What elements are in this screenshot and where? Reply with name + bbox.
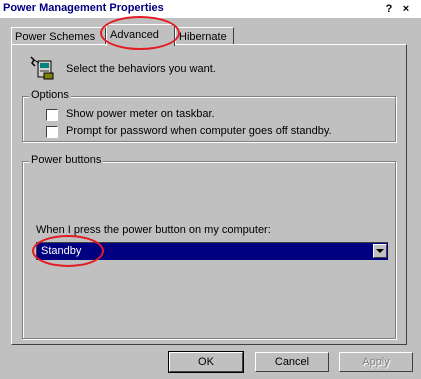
chevron-down-icon [376,249,384,253]
power-buttons-group-title: Power buttons [29,154,104,166]
close-button[interactable]: × [398,2,414,16]
advanced-description: Select the behaviors you want. [66,63,216,75]
title-bar: Power Management Properties ? × [0,0,421,18]
dropdown-arrow-button[interactable] [373,244,387,258]
help-button[interactable]: ? [381,2,397,16]
tab-power-schemes[interactable]: Power Schemes [11,27,106,45]
tab-power-schemes-label: Power Schemes [15,31,96,43]
window-title: Power Management Properties [3,2,164,14]
power-button-action-value: Standby [41,245,82,257]
power-button-action-label: When I press the power button on my comp… [36,224,271,236]
power-management-dialog: Power Management Properties ? × Power Sc… [0,0,421,379]
ok-button[interactable]: OK [168,351,244,373]
tab-advanced-label: Advanced [110,29,159,41]
tab-advanced[interactable]: Advanced [106,24,175,46]
cancel-button[interactable]: Cancel [255,352,329,372]
ok-button-label: OK [198,356,214,368]
apply-button-label: Apply [362,356,390,368]
apply-button[interactable]: Apply [339,352,413,372]
tab-hibernate[interactable]: Hibernate [175,27,234,45]
prompt-password-label[interactable]: Prompt for password when computer goes o… [66,125,332,137]
options-group-title: Options [29,89,71,101]
power-meter-icon [30,55,56,81]
cancel-button-label: Cancel [274,356,310,368]
power-button-action-select[interactable]: Standby [36,242,388,260]
prompt-password-checkbox[interactable] [46,126,58,138]
tab-hibernate-label: Hibernate [179,31,227,43]
show-power-meter-label[interactable]: Show power meter on taskbar. [66,108,215,120]
show-power-meter-checkbox[interactable] [46,109,58,121]
